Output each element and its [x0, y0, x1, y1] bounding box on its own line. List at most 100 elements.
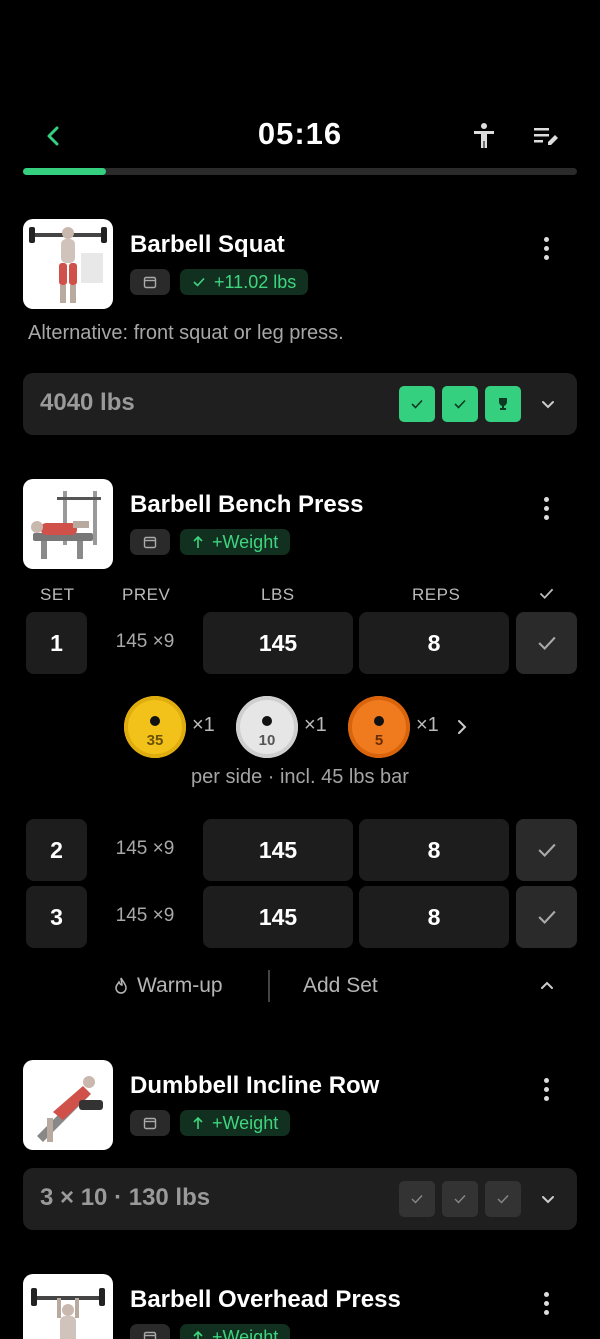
reps-input[interactable]: 8 [359, 886, 509, 948]
complete-set-button[interactable] [516, 886, 577, 948]
set-done-indicator [399, 386, 435, 422]
exercise-name[interactable]: Barbell Squat [130, 231, 285, 259]
set-pending-indicator [485, 1181, 521, 1217]
plate-count: ×1 [416, 714, 439, 736]
flame-icon [115, 977, 127, 994]
check-icon [497, 1195, 509, 1204]
more-options-icon[interactable] [537, 237, 555, 263]
plate-10-icon: 10 [236, 696, 298, 758]
set-actions: Warm-up Add Set [0, 970, 600, 1004]
col-prev: PREV [122, 585, 171, 604]
warmup-button[interactable]: Warm-up [137, 974, 223, 998]
check-column-icon [539, 588, 554, 600]
progress-badge: +Weight [180, 1110, 291, 1136]
exercise-card-bench-press: Barbell Bench Press +Weight [23, 479, 577, 571]
set-done-indicator [442, 386, 478, 422]
set-row: 2 145 ×9 145 8 [0, 819, 600, 881]
calendar-icon[interactable] [130, 529, 170, 555]
previous-set[interactable]: 145 ×9 [100, 631, 190, 653]
previous-set[interactable]: 145 ×9 [100, 905, 190, 927]
complete-set-button[interactable] [516, 612, 577, 674]
set-status-list [399, 1181, 521, 1217]
more-options-icon[interactable] [537, 497, 555, 523]
exercise-chips: +11.02 lbs [130, 269, 309, 295]
plate-5-icon: 5 [348, 696, 410, 758]
set-record-indicator [485, 386, 521, 422]
arrow-up-icon [193, 1116, 203, 1129]
set-number[interactable]: 1 [26, 612, 87, 674]
exercise-name[interactable]: Dumbbell Incline Row [130, 1072, 379, 1100]
bench-press-illustration [31, 491, 101, 559]
plate-calculator[interactable]: 35 ×1 10 ×1 5 ×1 [0, 696, 600, 760]
plate-count: ×1 [192, 714, 215, 736]
weight-input[interactable]: 145 [203, 612, 353, 674]
exercise-summary-squat[interactable]: 4040 lbs [23, 373, 577, 435]
progress-badge-label: +Weight [212, 1326, 279, 1339]
workout-progress-bar [23, 168, 577, 175]
weight-input[interactable]: 145 [203, 886, 353, 948]
calendar-icon[interactable] [130, 269, 170, 295]
overhead-press-illustration [31, 1288, 105, 1339]
reps-input[interactable]: 8 [359, 819, 509, 881]
complete-set-button[interactable] [516, 819, 577, 881]
arrow-up-icon [193, 1330, 203, 1339]
exercise-summary-incline-row[interactable]: 3 × 10 · 130 lbs [23, 1168, 577, 1230]
set-row: 1 145 ×9 145 8 [0, 612, 600, 674]
edit-list-icon[interactable] [530, 120, 562, 152]
check-icon [411, 1195, 423, 1204]
col-set: SET [40, 585, 75, 604]
check-icon [454, 1195, 466, 1204]
check-icon [193, 277, 205, 287]
calendar-icon[interactable] [130, 1324, 170, 1339]
set-status-list [399, 386, 521, 422]
plate-35-icon: 35 [124, 696, 186, 758]
check-icon [411, 399, 423, 409]
workout-header: 05:16 [0, 110, 600, 160]
body-icon[interactable] [468, 120, 500, 152]
plate-weight: 5 [374, 732, 384, 749]
add-set-button[interactable]: Add Set [303, 974, 378, 998]
chevron-right-icon[interactable] [454, 717, 470, 737]
plate-count: ×1 [304, 714, 327, 736]
arrow-up-icon [193, 535, 203, 548]
exercise-name[interactable]: Barbell Overhead Press [130, 1286, 401, 1314]
chevron-down-icon[interactable] [537, 1188, 559, 1210]
exercise-thumbnail[interactable] [23, 1274, 113, 1339]
squat-illustration [29, 227, 107, 303]
summary-volume: 3 × 10 · 130 lbs [40, 1184, 211, 1211]
col-lbs: LBS [261, 585, 295, 604]
plate-caption: per side · incl. 45 lbs bar [191, 766, 409, 788]
incline-row-illustration [37, 1076, 103, 1142]
exercise-thumbnail[interactable] [23, 479, 113, 569]
calendar-icon[interactable] [130, 1110, 170, 1136]
set-number[interactable]: 2 [26, 819, 87, 881]
progress-badge: +Weight [180, 1324, 291, 1339]
more-options-icon[interactable] [537, 1292, 555, 1318]
check-icon [537, 636, 556, 650]
reps-input[interactable]: 8 [359, 612, 509, 674]
previous-set[interactable]: 145 ×9 [100, 838, 190, 860]
exercise-chips: +Weight [130, 1324, 291, 1339]
progress-badge-label: +Weight [212, 1112, 279, 1133]
exercise-chips: +Weight [130, 1110, 291, 1136]
workout-progress-fill [23, 168, 107, 175]
plate-weight: 10 [258, 732, 276, 749]
exercise-card-squat: Barbell Squat +11.02 lbs [23, 219, 577, 311]
exercise-card-overhead-press: Barbell Overhead Press +Weight [23, 1274, 577, 1339]
summary-volume: 4040 lbs [40, 389, 135, 416]
set-pending-indicator [442, 1181, 478, 1217]
weight-input[interactable]: 145 [203, 819, 353, 881]
chevron-up-icon[interactable] [536, 975, 558, 997]
chevron-down-icon[interactable] [537, 393, 559, 415]
more-options-icon[interactable] [537, 1078, 555, 1104]
set-number[interactable]: 3 [26, 886, 87, 948]
col-reps: REPS [412, 585, 461, 604]
progress-badge-label: +11.02 lbs [214, 271, 297, 292]
exercise-name[interactable]: Barbell Bench Press [130, 491, 363, 519]
progress-badge: +11.02 lbs [180, 269, 309, 295]
exercise-thumbnail[interactable] [23, 219, 113, 309]
divider [268, 970, 270, 1002]
progress-badge: +Weight [180, 529, 291, 555]
set-row: 3 145 ×9 145 8 [0, 886, 600, 948]
exercise-thumbnail[interactable] [23, 1060, 113, 1150]
